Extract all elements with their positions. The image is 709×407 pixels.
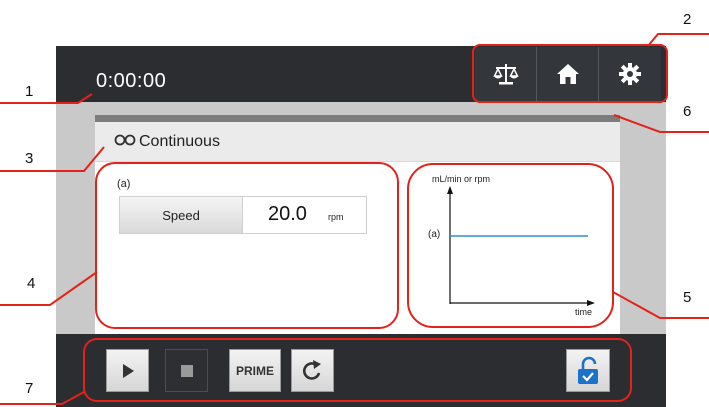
callout-2: 2 <box>683 11 692 28</box>
callout-1: 1 <box>25 83 34 100</box>
leader-7 <box>0 391 85 405</box>
callout-6: 6 <box>683 103 692 120</box>
leader-3 <box>0 146 105 172</box>
callout-4: 4 <box>27 275 36 292</box>
leader-4 <box>0 271 98 306</box>
callout-5: 5 <box>683 289 692 306</box>
leader-5 <box>612 291 709 319</box>
annotation-leaders <box>0 33 709 405</box>
callout-7: 7 <box>25 380 34 397</box>
leader-1 <box>0 93 93 104</box>
leader-6 <box>613 114 709 133</box>
callout-3: 3 <box>25 150 34 167</box>
leader-2 <box>647 33 709 47</box>
